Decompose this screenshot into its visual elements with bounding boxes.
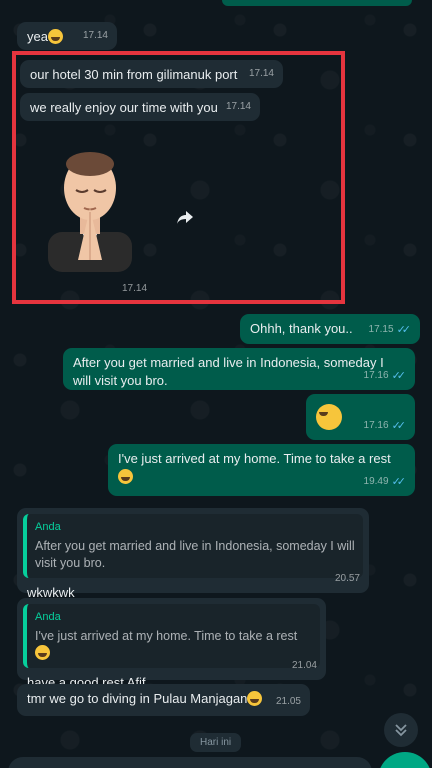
- read-ticks-icon: ✓✓: [391, 476, 407, 488]
- quote-text: I've just arrived at my home. Time to ta…: [35, 628, 312, 662]
- laughing-sweat-emoji: [316, 404, 342, 430]
- date-chip: Hari ini: [190, 733, 242, 752]
- message-bubble-outgoing[interactable]: I've just arrived at my home. Time to ta…: [108, 444, 415, 496]
- message-time: 21.04: [291, 660, 317, 671]
- scroll-to-bottom-button[interactable]: [384, 713, 418, 747]
- message-time: 17.16 ✓✓: [363, 417, 407, 435]
- quoted-message[interactable]: Anda After you get married and live in I…: [23, 514, 363, 578]
- message-bubble-incoming[interactable]: we really enjoy our time with you 17.14: [20, 93, 260, 121]
- message-time: 17.14: [225, 101, 251, 112]
- laughing-emoji: [247, 691, 263, 706]
- message-bubble-outgoing[interactable]: After you get married and live in Indone…: [63, 348, 415, 390]
- message-bubble-incoming[interactable]: yea 17.14: [17, 22, 117, 50]
- send-button[interactable]: [378, 752, 432, 768]
- time-text: 17.15: [368, 324, 394, 335]
- message-text: our hotel 30 min from gilimanuk port: [30, 67, 238, 82]
- sleepy-face-emoji: [118, 469, 133, 484]
- praying-memoji-sticker[interactable]: [40, 150, 140, 272]
- quote-text: After you get married and live in Indone…: [35, 539, 355, 570]
- read-ticks-icon: ✓✓: [396, 324, 412, 336]
- laughing-emoji: [47, 29, 63, 44]
- message-bubble-outgoing[interactable]: 17.16 ✓✓: [306, 394, 415, 440]
- time-text: 17.16: [363, 370, 389, 381]
- message-time: 19.49 ✓✓: [363, 473, 407, 491]
- message-time: 17.14: [82, 30, 108, 41]
- double-chevron-down-icon: [395, 724, 407, 737]
- message-bubble-reply[interactable]: Anda After you get married and live in I…: [17, 508, 369, 600]
- message-time: 17.14: [248, 68, 274, 79]
- sleepy-face-emoji: [35, 645, 50, 660]
- message-text: I've just arrived at my home. Time to ta…: [118, 451, 391, 466]
- message-bubble-incoming[interactable]: our hotel 30 min from gilimanuk port 17.…: [20, 60, 283, 88]
- message-bubble-incoming[interactable]: tmr we go to diving in Pulau Manjagan 21…: [17, 684, 310, 716]
- time-text: 19.49: [363, 476, 389, 487]
- forward-button[interactable]: [168, 200, 202, 234]
- message-bubble-reply[interactable]: Anda I've just arrived at my home. Time …: [17, 598, 326, 690]
- previous-message-edge: [222, 0, 412, 6]
- message-text: tmr we go to diving in Pulau Manjagan: [27, 691, 248, 706]
- message-time: 21.05: [275, 696, 301, 707]
- message-text: we really enjoy our time with you: [30, 100, 218, 115]
- message-text: After you get married and live in Indone…: [73, 355, 384, 388]
- message-time: 17.15 ✓✓: [368, 321, 412, 339]
- quote-author: Anda: [35, 521, 61, 533]
- time-text: 17.16: [363, 420, 389, 431]
- message-input-bar[interactable]: [8, 757, 372, 768]
- chat-area[interactable]: yea 17.14 our hotel 30 min from gilimanu…: [0, 0, 432, 768]
- message-time: 17.16 ✓✓: [363, 367, 407, 385]
- forward-icon: [177, 211, 193, 224]
- message-bubble-outgoing[interactable]: Ohhh, thank you.. 17.15 ✓✓: [240, 314, 420, 344]
- read-ticks-icon: ✓✓: [391, 420, 407, 432]
- sticker-time: 17.14: [122, 283, 148, 294]
- quoted-message[interactable]: Anda I've just arrived at my home. Time …: [23, 604, 320, 668]
- quote-text-content: I've just arrived at my home. Time to ta…: [35, 629, 298, 643]
- quote-author: Anda: [35, 611, 61, 623]
- message-text: Ohhh, thank you..: [250, 321, 353, 336]
- message-text: yea: [27, 29, 48, 44]
- message-time: 20.57: [334, 573, 360, 584]
- read-ticks-icon: ✓✓: [391, 370, 407, 382]
